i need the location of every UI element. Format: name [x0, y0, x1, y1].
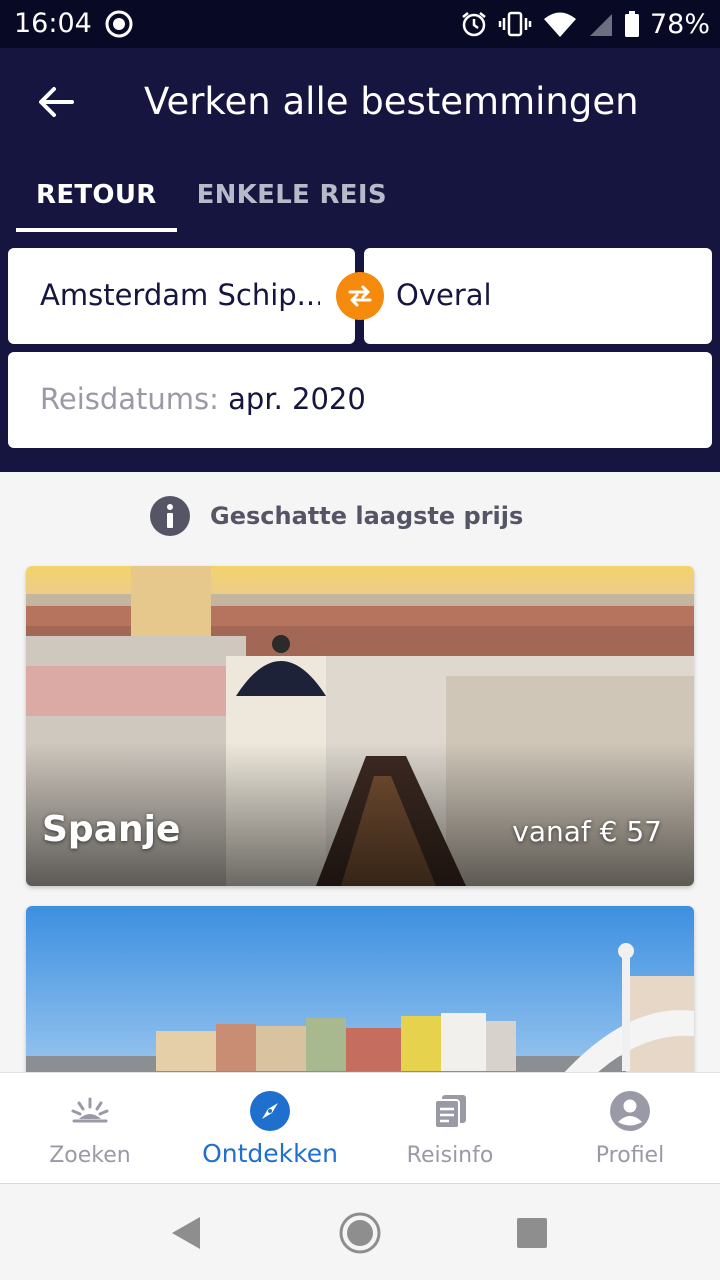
sunrise-icon: [71, 1097, 109, 1123]
origin-value: Amsterdam Schip...: [40, 278, 320, 312]
travel-dates-label: Reisdatums:: [40, 382, 219, 416]
back-triangle-icon[interactable]: [164, 1211, 208, 1255]
status-icons: 78%: [460, 7, 710, 41]
destination-card-spain[interactable]: Spanje vanaf € 57: [26, 566, 694, 886]
swap-arrows-icon: [348, 285, 372, 307]
signal-icon: [589, 14, 612, 36]
nav-reisinfo[interactable]: Reisinfo: [360, 1073, 540, 1185]
price-info-text: Geschatte laagste prijs: [210, 502, 524, 530]
info-icon: [150, 496, 190, 536]
home-circle-icon[interactable]: [338, 1211, 382, 1255]
back-arrow-icon[interactable]: [36, 82, 76, 122]
nav-label-reisinfo: Reisinfo: [406, 1143, 494, 1168]
nav-zoeken[interactable]: Zoeken: [0, 1073, 180, 1185]
nav-profiel[interactable]: Profiel: [540, 1073, 720, 1185]
battery-icon: [624, 11, 639, 37]
destination-name: Spanje: [42, 809, 181, 850]
sync-icon: [105, 10, 133, 38]
origin-field[interactable]: Amsterdam Schip...: [8, 248, 355, 344]
swap-button[interactable]: [336, 272, 384, 320]
destination-field[interactable]: Overal: [364, 248, 712, 344]
compass-icon: [250, 1091, 290, 1131]
alarm-icon: [462, 12, 486, 37]
vibrate-icon: [498, 11, 532, 37]
documents-icon: [434, 1095, 466, 1129]
travel-dates-field[interactable]: Reisdatums: apr. 2020: [8, 352, 712, 448]
price-info-row[interactable]: Geschatte laagste prijs: [150, 496, 523, 536]
bottom-navigation: Zoeken Ontdekken Reisinfo Profiel: [0, 1072, 720, 1184]
nav-ontdekken[interactable]: Ontdekken: [180, 1073, 360, 1185]
nav-label-ontdekken: Ontdekken: [202, 1139, 338, 1168]
status-time: 16:04: [14, 8, 92, 39]
header: Verken alle bestemmingen RETOUR ENKELE R…: [0, 48, 720, 472]
travel-dates-text: Reisdatums: apr. 2020: [40, 382, 366, 416]
trip-type-tabs: RETOUR ENKELE REIS: [16, 168, 407, 232]
tab-retour[interactable]: RETOUR: [16, 168, 177, 232]
travel-dates-value: apr. 2020: [228, 382, 366, 416]
destination-value: Overal: [396, 278, 492, 312]
status-bar: 16:04 78%: [0, 0, 720, 48]
wifi-icon: [543, 12, 576, 37]
recents-square-icon[interactable]: [510, 1211, 554, 1255]
nav-label-zoeken: Zoeken: [49, 1143, 131, 1168]
battery-percent: 78%: [649, 8, 710, 40]
system-navigation-bar: [0, 1185, 720, 1280]
destination-price: vanaf € 57: [512, 815, 662, 848]
person-icon: [610, 1091, 650, 1131]
tab-enkele-reis[interactable]: ENKELE REIS: [177, 168, 407, 232]
page-title: Verken alle bestemmingen: [144, 80, 639, 123]
nav-label-profiel: Profiel: [595, 1143, 665, 1168]
